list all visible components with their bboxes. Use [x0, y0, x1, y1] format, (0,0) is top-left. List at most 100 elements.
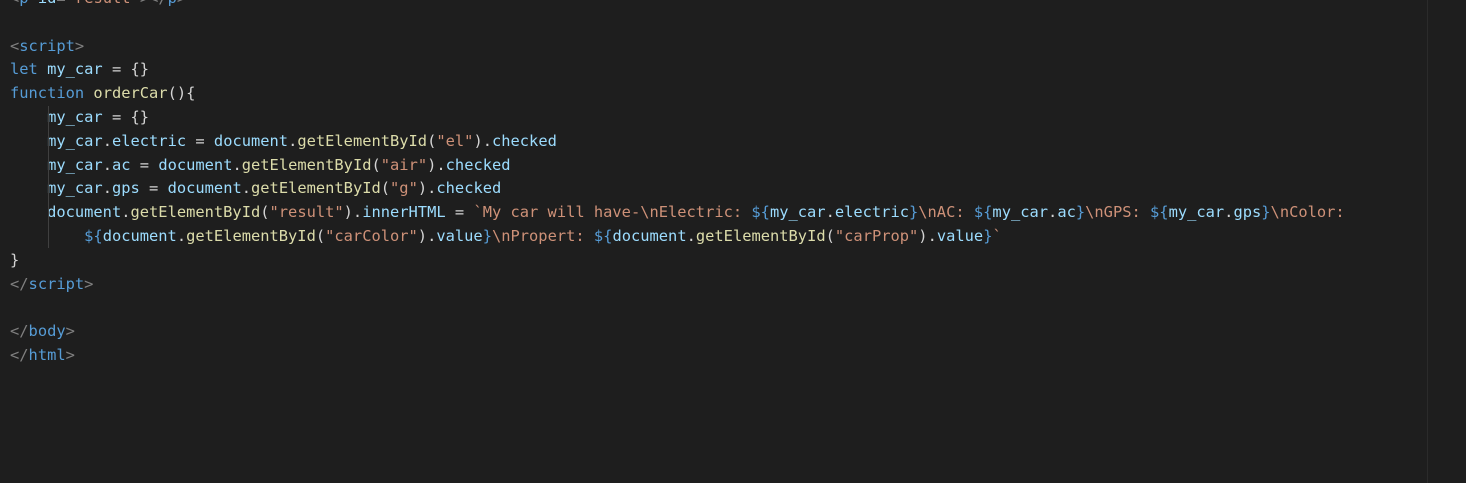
code-token: "el"	[436, 131, 474, 150]
code-token: script	[28, 274, 85, 293]
code-token: ).	[417, 179, 437, 198]
code-token: (	[825, 226, 835, 245]
code-token: checked	[445, 155, 511, 174]
code-line[interactable]: my_car.ac = document.getElementById("air…	[10, 154, 1345, 178]
code-token: getElementById	[297, 131, 428, 150]
code-line[interactable]: my_car.gps = document.getElementById("g"…	[10, 177, 1345, 201]
code-token: >	[65, 345, 75, 364]
code-token: checked	[436, 179, 502, 198]
code-token: "g"	[390, 179, 418, 198]
code-token: checked	[491, 131, 557, 150]
code-token: script	[19, 36, 75, 55]
code-token: >	[140, 0, 149, 7]
code-token: document	[167, 179, 242, 198]
code-token: >	[74, 36, 85, 55]
code-token: \nColor:	[1270, 203, 1345, 222]
code-line[interactable]: <p id="result"></p>	[10, 0, 1345, 11]
code-token: "air"	[380, 155, 428, 174]
code-token: </	[149, 0, 168, 7]
code-token: getElementById	[251, 179, 381, 198]
code-token: }	[1261, 203, 1271, 222]
code-token: value	[436, 226, 483, 245]
code-line[interactable]: document.getElementById("result").innerH…	[10, 201, 1345, 225]
code-token: (	[371, 155, 381, 174]
code-token: .	[176, 226, 187, 245]
code-token: .	[241, 179, 252, 198]
code-token: "result"	[269, 203, 344, 222]
code-token: ).	[473, 131, 492, 150]
code-token: my_car	[47, 60, 103, 79]
code-token: \nPropert:	[491, 226, 594, 245]
code-token: getElementById	[130, 203, 261, 222]
code-token: (	[315, 226, 326, 245]
code-token: document	[612, 226, 687, 245]
code-token: }	[908, 203, 919, 222]
code-token: >	[65, 322, 75, 341]
code-token: }	[10, 250, 20, 269]
code-token: .	[102, 155, 112, 174]
editor-scrollbar[interactable]	[1427, 0, 1466, 483]
code-line[interactable]: ${document.getElementById("carColor").va…	[10, 225, 1345, 249]
code-token: getElementById	[186, 226, 316, 245]
code-token: ).	[417, 226, 437, 245]
code-token: "carProp"	[834, 226, 919, 245]
code-token: getElementById	[241, 155, 372, 174]
code-token: .	[102, 179, 112, 198]
code-token: (	[260, 203, 270, 222]
code-token: my_car	[769, 203, 826, 222]
code-token: ${	[751, 203, 770, 222]
code-token: }	[1075, 203, 1086, 222]
code-token: ).	[427, 155, 446, 174]
code-token: my_car	[47, 155, 103, 174]
code-token: my_car	[47, 131, 103, 150]
code-line[interactable]: my_car.electric = document.getElementByI…	[10, 130, 1345, 154]
code-token: document	[47, 203, 122, 222]
code-line[interactable]: let my_car = {}	[10, 58, 1345, 82]
code-token: html	[28, 345, 66, 364]
code-token: getElementById	[695, 226, 826, 245]
code-token: document	[213, 131, 289, 150]
code-token: value	[936, 226, 984, 245]
code-line[interactable]: </html>	[10, 344, 1345, 368]
code-line[interactable]: <script>	[10, 35, 1345, 59]
code-token: (){	[167, 84, 196, 103]
code-token: >	[84, 274, 94, 293]
code-editor[interactable]: <p id="result"></p> <script>let my_car =…	[0, 0, 1466, 483]
code-token: my_car	[992, 203, 1049, 222]
code-token: (	[380, 179, 391, 198]
code-line[interactable]: </body>	[10, 320, 1345, 344]
code-token: =	[56, 0, 65, 7]
code-line[interactable]: }	[10, 249, 1345, 273]
code-token: gps	[1233, 203, 1262, 222]
code-token: =	[445, 203, 474, 222]
code-token: \nGPS:	[1085, 203, 1151, 222]
code-token: ${	[1150, 203, 1169, 222]
code-token: <	[10, 0, 19, 7]
code-line[interactable]: my_car = {}	[10, 106, 1345, 130]
code-token: my_car	[1168, 203, 1225, 222]
code-line[interactable]	[10, 296, 1345, 320]
code-token: `My car will have-\nElectric:	[473, 203, 752, 222]
code-token: electric	[834, 203, 909, 222]
code-line[interactable]: </script>	[10, 273, 1345, 297]
code-token: electric	[111, 131, 187, 150]
code-token: document	[102, 226, 177, 245]
indent-guide	[48, 106, 49, 248]
code-token: = {}	[102, 107, 150, 126]
code-line[interactable]: function orderCar(){	[10, 82, 1345, 106]
code-token: .	[232, 155, 242, 174]
code-token: =	[130, 155, 159, 174]
code-text-area[interactable]: <p id="result"></p> <script>let my_car =…	[10, 0, 1345, 368]
code-token: </	[10, 345, 29, 364]
code-token: "carColor"	[325, 226, 418, 245]
code-token: =	[139, 179, 168, 198]
code-token: ${	[973, 203, 993, 222]
code-token: .	[1048, 203, 1058, 222]
code-token: ac	[111, 155, 131, 174]
code-token: .	[825, 203, 835, 222]
code-line[interactable]	[10, 11, 1345, 35]
